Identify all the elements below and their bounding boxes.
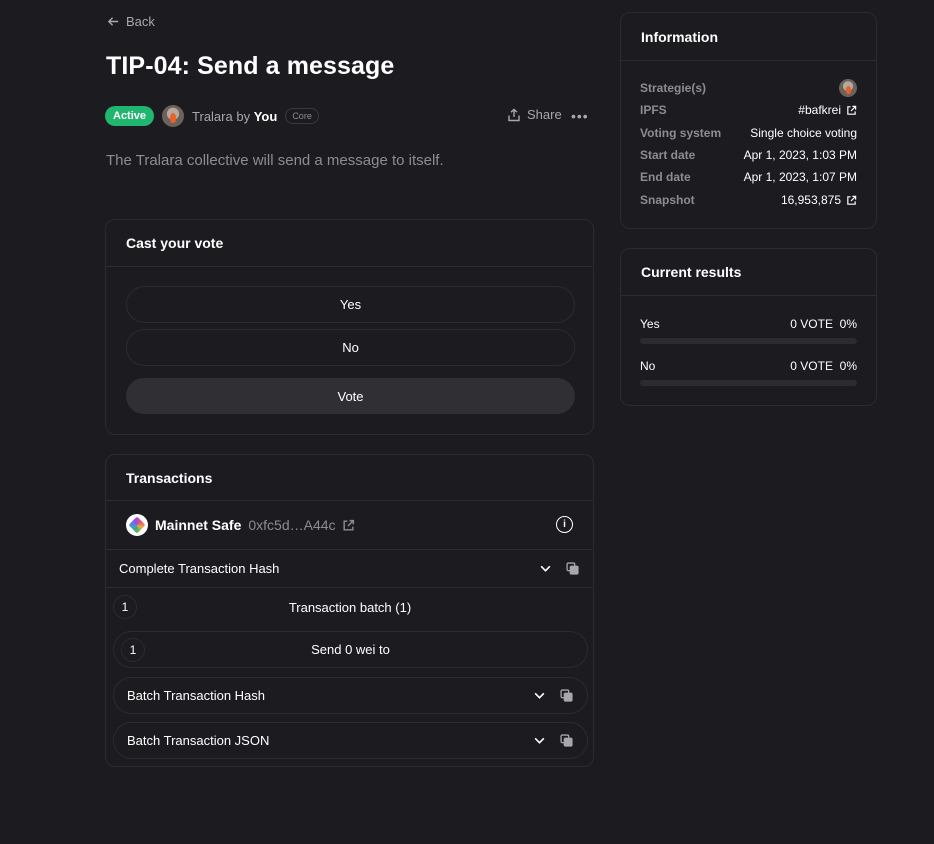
current-results-header: Current results (621, 249, 876, 296)
info-value: Apr 1, 2023, 1:03 PM (743, 148, 857, 162)
external-link-icon (847, 195, 857, 205)
safe-logo-icon (126, 514, 148, 536)
batch-json-label: Batch Transaction JSON (127, 733, 270, 748)
safe-row: Mainnet Safe 0xfc5d…A44c i (106, 501, 593, 550)
info-value: #bafkrei (798, 103, 841, 117)
info-value: Single choice voting (750, 126, 857, 140)
transactions-card: Transactions Mainnet Safe 0xfc5d…A44c i … (105, 454, 594, 767)
info-value: 16,953,875 (780, 193, 841, 207)
info-key: End date (640, 170, 691, 184)
info-key: IPFS (640, 103, 667, 117)
transaction-number: 1 (121, 638, 145, 662)
batch-label: Transaction batch (1) (288, 599, 412, 615)
copy-icon[interactable] (560, 734, 573, 747)
result-votes: 0 VOTE (790, 317, 833, 331)
info-row-snapshot: Snapshot 16,953,875 (640, 190, 857, 210)
batch-number: 1 (113, 595, 137, 619)
space-name[interactable]: Tralara (192, 109, 233, 124)
cast-vote-card: Cast your vote Yes No Vote (105, 219, 594, 435)
batch-transaction-hash-row[interactable]: Batch Transaction Hash (113, 677, 588, 714)
external-link-icon (847, 105, 857, 115)
batch-transaction-json-row[interactable]: Batch Transaction JSON (113, 722, 588, 759)
by-label: by (236, 108, 251, 124)
share-button[interactable]: Share (507, 107, 562, 122)
information-header: Information (621, 13, 876, 61)
transaction-item[interactable]: 1 Send 0 wei to (113, 631, 588, 668)
snapshot-link[interactable]: 16,953,875 (781, 193, 857, 207)
info-key: Strategie(s) (640, 81, 707, 95)
strategy-avatar-icon[interactable] (839, 79, 857, 97)
current-results-card: Current results Yes 0 VOTE 0% No 0 VOTE … (620, 248, 877, 406)
back-label: Back (126, 14, 155, 29)
avatar-icon[interactable] (162, 105, 185, 127)
arrow-left-icon (107, 17, 119, 26)
result-percent: 0% (839, 359, 857, 373)
info-icon[interactable]: i (556, 516, 573, 533)
vote-button[interactable]: Vote (126, 378, 575, 414)
info-row-start-date: Start date Apr 1, 2023, 1:03 PM (640, 145, 857, 165)
info-row-ipfs: IPFS #bafkrei (640, 100, 857, 120)
information-card: Information Strategie(s) IPFS #bafkrei V… (620, 12, 877, 229)
core-badge: Core (285, 108, 319, 124)
result-row-yes: Yes 0 VOTE 0% (640, 317, 857, 344)
result-row-no: No 0 VOTE 0% (640, 359, 857, 386)
external-link-icon[interactable] (342, 519, 355, 532)
copy-icon[interactable] (566, 562, 579, 575)
info-key: Voting system (640, 126, 722, 140)
cast-vote-header: Cast your vote (106, 220, 593, 267)
result-progress-bar (640, 380, 857, 386)
ipfs-link[interactable]: #bafkrei (798, 103, 857, 117)
safe-name: Mainnet Safe (155, 517, 242, 533)
result-progress-bar (640, 338, 857, 344)
result-percent: 0% (839, 317, 857, 331)
info-value: Apr 1, 2023, 1:07 PM (743, 170, 857, 184)
proposal-meta: Active Tralara by You Core (105, 104, 319, 128)
status-badge: Active (105, 106, 155, 126)
author-name[interactable]: You (254, 109, 278, 124)
complete-hash-label: Complete Transaction Hash (119, 561, 280, 576)
transactions-header: Transactions (106, 455, 593, 501)
batch-hash-label: Batch Transaction Hash (127, 688, 266, 703)
chevron-down-icon[interactable] (533, 689, 546, 702)
author-line: Tralara by You (192, 109, 277, 124)
info-key: Start date (640, 148, 696, 162)
safe-address[interactable]: 0xfc5d…A44c (248, 517, 335, 533)
chevron-down-icon[interactable] (539, 562, 552, 575)
transaction-batch-row: 1 Transaction batch (1) (112, 588, 588, 626)
copy-icon[interactable] (560, 689, 573, 702)
info-row-end-date: End date Apr 1, 2023, 1:07 PM (640, 167, 857, 187)
info-key: Snapshot (640, 193, 695, 207)
more-icon[interactable]: ••• (571, 108, 589, 124)
complete-transaction-hash-row[interactable]: Complete Transaction Hash (106, 550, 593, 588)
info-row-strategies: Strategie(s) (640, 78, 857, 98)
share-icon (508, 108, 520, 121)
choice-yes[interactable]: Yes (126, 286, 575, 323)
transaction-label: Send 0 wei to (311, 642, 390, 657)
info-row-voting-system: Voting system Single choice voting (640, 123, 857, 143)
chevron-down-icon[interactable] (533, 734, 546, 747)
result-choice: Yes (640, 317, 660, 331)
proposal-body: The Tralara collective will send a messa… (106, 152, 444, 169)
result-choice: No (640, 359, 656, 373)
page-title: TIP-04: Send a message (106, 52, 395, 80)
result-votes: 0 VOTE (790, 359, 833, 373)
back-link[interactable]: Back (107, 14, 155, 29)
share-label: Share (527, 107, 562, 122)
choice-no[interactable]: No (126, 329, 575, 366)
